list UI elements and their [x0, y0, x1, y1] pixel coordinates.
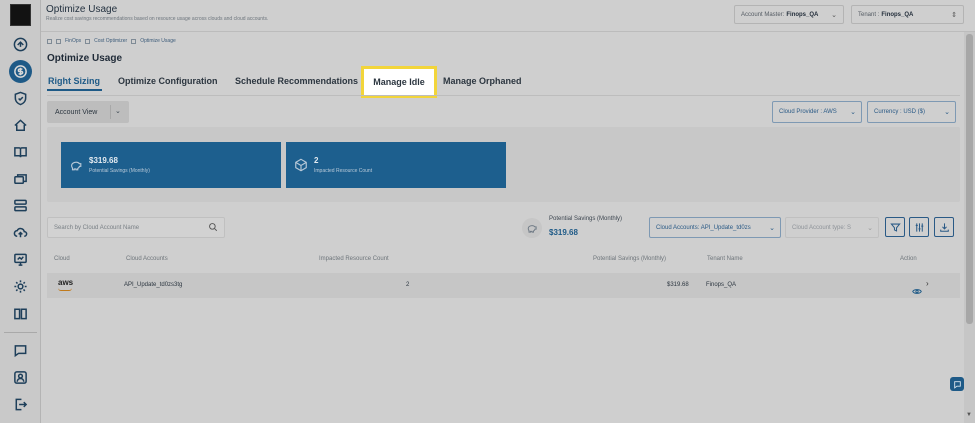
potential-savings-value: $319.68	[89, 156, 118, 165]
dropdown-separator	[110, 105, 111, 119]
book-icon[interactable]	[12, 144, 29, 161]
cloud-upload-icon[interactable]	[12, 224, 29, 241]
currency-select[interactable]: Currency : USD ($) ⌄	[867, 101, 956, 123]
crumb-square-icon	[56, 38, 61, 44]
chevron-down-icon: ⌄	[769, 225, 775, 232]
column-settings-button[interactable]	[909, 217, 929, 237]
scroll-down-arrow-icon[interactable]: ▼	[966, 412, 972, 418]
currency-value: Currency : USD ($)	[874, 109, 926, 115]
column-header-tenant-name: Tenant Name	[707, 256, 743, 262]
column-header-action: Action	[900, 256, 917, 262]
breadcrumb-optimize-usage[interactable]: Optimize Usage	[140, 38, 176, 44]
active-tab-underline	[47, 89, 102, 91]
column-header-potential-savings: Potential Savings (Monthly)	[593, 256, 667, 262]
search-icon	[208, 222, 218, 234]
chevron-down-icon: ⌄	[944, 109, 950, 116]
impacted-resource-label: Impacted Resource Count	[314, 168, 373, 174]
filter-button[interactable]	[885, 217, 905, 237]
aws-logo: aws	[58, 278, 74, 287]
cloud-account-type-value: Cloud Account type: S	[792, 224, 852, 231]
server-stack-icon[interactable]	[12, 197, 29, 214]
search-placeholder: Search by Cloud Account Name	[54, 224, 140, 231]
potential-savings-summary-label: Potential Savings (Monthly)	[549, 216, 623, 222]
account-master-value: Finops_QA	[786, 11, 819, 18]
download-button[interactable]	[934, 217, 954, 237]
tenant-value: Finops_QA	[881, 11, 914, 18]
tab-schedule-recommendations[interactable]: Schedule Recommendations	[235, 76, 358, 86]
potential-savings-label: Potential Savings (Monthly)	[89, 168, 150, 174]
savings-piggy-icon	[522, 218, 542, 238]
tenant-select[interactable]: Tenant : Finops_QA ⇕	[851, 5, 964, 24]
cell-tenant-name: Finops_QA	[706, 282, 737, 288]
column-header-cloud-accounts: Cloud Accounts	[126, 256, 168, 262]
chevron-right-icon[interactable]: ›	[926, 279, 929, 288]
cell-potential-savings: $319.68	[667, 282, 689, 288]
crumb-square-icon	[85, 38, 91, 44]
cloud-home-icon[interactable]	[12, 117, 29, 134]
monitor-icon[interactable]	[12, 251, 29, 268]
account-view-label: Account View	[55, 108, 98, 116]
logout-icon[interactable]	[12, 396, 29, 413]
chevron-down-icon: ⌄	[115, 108, 121, 115]
table-row[interactable]	[47, 273, 960, 298]
tab-manage-idle-label: Manage Idle	[373, 77, 425, 87]
chevron-down-icon: ⌄	[831, 12, 837, 19]
breadcrumb: FinOps Cost Optimizer Optimize Usage	[47, 38, 176, 44]
cloud-provider-select[interactable]: Cloud Provider : AWS ⌄	[772, 101, 862, 123]
column-header-impacted-resource-count: Impacted Resource Count	[319, 256, 389, 262]
view-eye-icon[interactable]	[912, 282, 922, 300]
app-logo[interactable]	[10, 4, 31, 26]
aws-smile-icon	[58, 288, 72, 291]
cloud-accounts-filter-value: Cloud Accounts: API_Update_td0zs	[656, 224, 751, 231]
account-master-label: Account Master:	[741, 11, 785, 18]
chevron-down-icon: ⌄	[850, 109, 856, 116]
crumb-square-icon	[131, 38, 137, 44]
potential-savings-summary-value: $319.68	[549, 228, 578, 237]
cost-dollar-icon[interactable]	[9, 60, 32, 83]
user-profile-icon[interactable]	[12, 369, 29, 386]
page-title: Optimize Usage	[47, 53, 123, 64]
left-nav-rail	[0, 0, 41, 423]
home-square-icon	[47, 38, 52, 44]
cell-impacted-resource-count: 2	[406, 282, 410, 288]
settings-gear-icon[interactable]	[12, 278, 29, 295]
chat-bubbles-icon[interactable]	[12, 171, 29, 188]
cell-cloud-account: API_Update_td0zs3tg	[124, 282, 183, 288]
search-input[interactable]: Search by Cloud Account Name	[47, 217, 225, 238]
home-icon[interactable]	[12, 36, 29, 53]
breadcrumb-finops[interactable]: FinOps	[65, 38, 81, 44]
header-subtitle: Realize cost savings recommendations bas…	[46, 16, 269, 22]
column-header-cloud: Cloud	[54, 256, 70, 262]
scrollbar-thumb[interactable]	[966, 34, 973, 324]
tab-manage-orphaned[interactable]: Manage Orphaned	[443, 76, 522, 86]
chevron-down-icon: ⌄	[867, 225, 873, 232]
header-title: Optimize Usage	[46, 4, 118, 15]
updown-icon: ⇕	[951, 12, 957, 19]
cube-icon	[294, 158, 308, 172]
chat-support-icon[interactable]	[950, 377, 964, 391]
impacted-resource-value: 2	[314, 156, 319, 165]
potential-savings-card: $319.68 Potential Savings (Monthly)	[61, 142, 281, 188]
account-master-select[interactable]: Account Master: Finops_QA ⌄	[734, 5, 844, 24]
impacted-resource-card: 2 Impacted Resource Count	[286, 142, 506, 188]
message-icon[interactable]	[12, 342, 29, 359]
piggy-bank-icon	[69, 158, 83, 172]
account-view-dropdown[interactable]: Account View ⌄	[47, 101, 129, 123]
shield-icon[interactable]	[12, 90, 29, 107]
open-book-icon[interactable]	[12, 305, 29, 322]
cloud-account-type-filter[interactable]: Cloud Account type: S ⌄	[785, 217, 879, 238]
tenant-label: Tenant :	[858, 11, 880, 18]
tab-manage-idle[interactable]: Manage Idle	[361, 66, 437, 98]
breadcrumb-cost-optimizer[interactable]: Cost Optimizer	[94, 38, 127, 44]
tab-optimize-configuration[interactable]: Optimize Configuration	[118, 76, 218, 86]
cloud-provider-value: Cloud Provider : AWS	[779, 109, 837, 115]
tabs-divider	[47, 95, 960, 96]
rail-divider	[4, 332, 37, 333]
tab-right-sizing[interactable]: Right Sizing	[48, 76, 100, 86]
cloud-accounts-filter[interactable]: Cloud Accounts: API_Update_td0zs ⌄	[649, 217, 781, 238]
top-header: Optimize Usage Realize cost savings reco…	[41, 0, 975, 32]
